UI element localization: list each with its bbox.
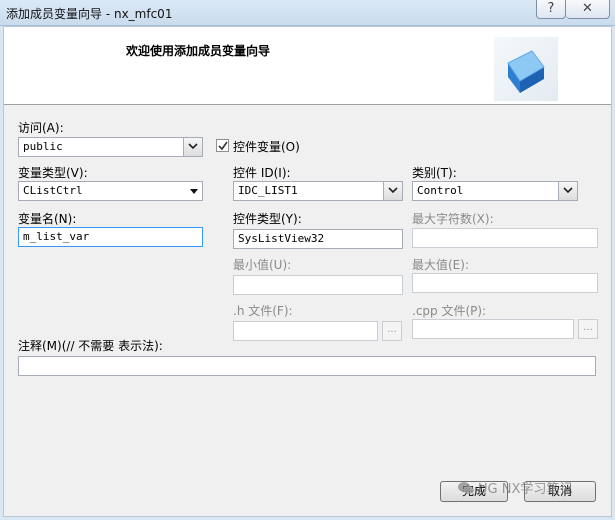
dialog-body: 欢迎使用添加成员变量向导 访问(A): public 控件变量(O) 变量类型(… xyxy=(3,26,612,517)
max-chars-input[interactable] xyxy=(412,228,598,248)
cpp-file-label: .cpp 文件(P): xyxy=(412,304,487,318)
control-id-label: 控件 ID(I): xyxy=(233,166,291,180)
comment-input[interactable] xyxy=(18,356,596,376)
access-label: 访问(A): xyxy=(18,121,64,135)
chevron-down-icon[interactable] xyxy=(558,182,577,200)
watermark-text: UG NX学习笔记 xyxy=(478,482,573,497)
control-id-value: IDC_LIST1 xyxy=(238,184,298,197)
window-title: 添加成员变量向导 - nx_mfc01 xyxy=(6,7,173,21)
wizard-title: 欢迎使用添加成员变量向导 xyxy=(126,44,271,58)
wizard-cube-icon xyxy=(494,37,558,101)
variable-name-label: 变量名(N): xyxy=(18,212,77,226)
control-variable-checkbox[interactable] xyxy=(216,139,229,152)
category-label: 类别(T): xyxy=(412,166,457,180)
access-combo[interactable]: public xyxy=(18,137,203,157)
help-button[interactable]: ? xyxy=(536,0,566,19)
category-value: Control xyxy=(417,184,464,197)
max-value-input[interactable] xyxy=(412,273,598,293)
variable-name-input[interactable]: m_list_var xyxy=(18,227,203,247)
control-id-combo[interactable]: IDC_LIST1 xyxy=(233,181,403,201)
control-type-input[interactable]: SysListView32 xyxy=(233,229,403,249)
watermark: UG NX学习笔记 xyxy=(458,478,572,497)
min-value-input[interactable] xyxy=(233,275,403,295)
control-variable-label[interactable]: 控件变量(O) xyxy=(233,138,300,155)
comment-label: 注释(M)(// 不需要 表示法): xyxy=(18,339,163,353)
min-value-label: 最小值(U): xyxy=(233,258,292,272)
dropdown-arrow-icon[interactable] xyxy=(190,189,198,194)
cpp-file-browse-button[interactable]: ... xyxy=(578,319,598,339)
close-button[interactable]: ✕ xyxy=(566,0,610,19)
category-combo[interactable]: Control xyxy=(412,181,578,201)
chevron-down-icon[interactable] xyxy=(383,182,402,200)
wechat-icon xyxy=(458,482,474,494)
chevron-down-icon[interactable] xyxy=(183,138,202,156)
variable-type-label: 变量类型(V): xyxy=(18,166,88,180)
cpp-file-input[interactable] xyxy=(412,319,574,339)
max-value-label: 最大值(E): xyxy=(412,258,469,272)
variable-type-value: CListCtrl xyxy=(23,184,83,197)
access-value: public xyxy=(23,140,63,153)
max-chars-label: 最大字符数(X): xyxy=(412,212,494,226)
h-file-label: .h 文件(F): xyxy=(233,304,293,318)
variable-type-combo[interactable]: CListCtrl xyxy=(18,181,203,201)
title-bar: 添加成员变量向导 - nx_mfc01 ? ✕ xyxy=(0,0,615,26)
h-file-input[interactable] xyxy=(233,321,378,341)
control-type-label: 控件类型(Y): xyxy=(233,212,302,226)
h-file-browse-button[interactable]: ... xyxy=(382,321,402,341)
wizard-header: 欢迎使用添加成员变量向导 xyxy=(4,27,611,105)
